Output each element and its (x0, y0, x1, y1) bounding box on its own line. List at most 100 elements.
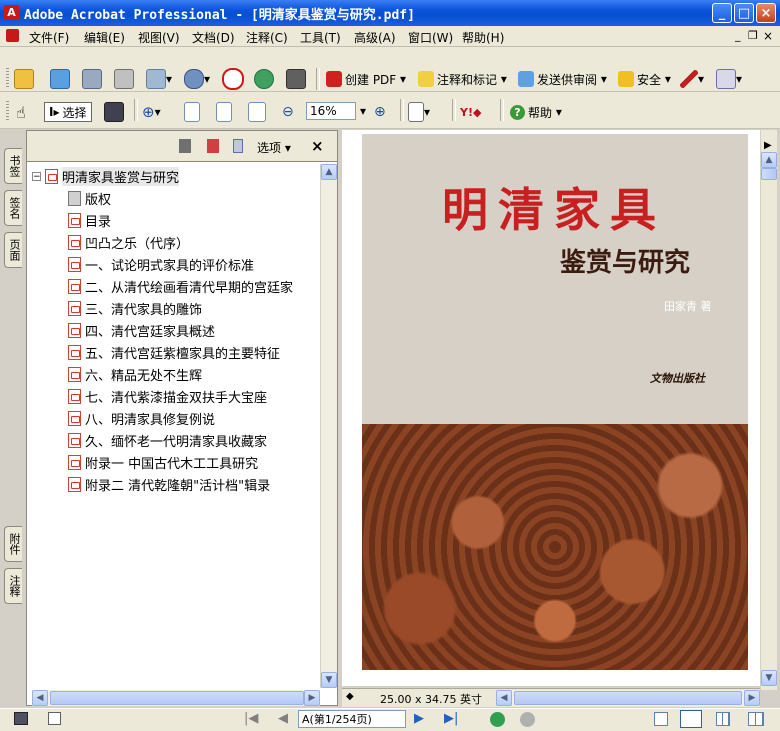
zoom-input[interactable]: 16% (306, 102, 356, 120)
forward-view-icon[interactable] (520, 712, 535, 727)
organizer-button[interactable] (50, 69, 70, 89)
zoom-dropdown[interactable]: ▾ (356, 102, 370, 120)
save-button[interactable] (82, 69, 102, 89)
new-bookmark-icon[interactable] (207, 139, 219, 153)
search-button[interactable] (286, 69, 306, 89)
next-page-button[interactable]: ▶ (414, 711, 424, 726)
menu-edit[interactable]: 编辑(E) (84, 29, 125, 46)
tab-attachments[interactable]: 附件 (4, 526, 22, 562)
bookmark-item[interactable]: 五、清代宫廷紫檀家具的主要特征 (68, 342, 280, 362)
doc-restore-button[interactable]: ❐ (748, 29, 758, 42)
security-button[interactable]: 安全 ▾ (618, 69, 671, 89)
scroll-down-button[interactable]: ▼ (321, 672, 337, 688)
bookmark-item[interactable]: 七、清代紫漆描金双扶手大宝座 (68, 386, 267, 406)
scroll-right-button[interactable]: ▶ (744, 690, 760, 706)
previous-page-button[interactable]: ◀ (278, 711, 288, 726)
document-vertical-scrollbar[interactable]: ▶ ▲ ▼ (760, 130, 777, 690)
collapse-icon[interactable]: − (32, 171, 41, 181)
expand-right-icon[interactable]: ▶ (764, 140, 772, 151)
scroll-thumb[interactable] (761, 168, 777, 180)
tab-bookmarks[interactable]: 书签 (4, 148, 22, 184)
document-horizontal-scrollbar[interactable]: ◀ ▶ (496, 690, 760, 706)
create-pdf-button[interactable]: 创建 PDF ▾ (326, 69, 406, 89)
scroll-thumb[interactable] (50, 691, 304, 705)
minimize-button[interactable]: _ (712, 3, 732, 23)
bookmark-root[interactable]: − 明清家具鉴赏与研究 (32, 166, 180, 186)
menu-window[interactable]: 窗口(W) (408, 29, 453, 46)
select-tool-button[interactable]: I▸ 选择 (44, 102, 92, 122)
bookmark-item[interactable]: 二、从清代绘画看清代早期的宫廷家 (68, 276, 320, 296)
bookmark-item[interactable]: 版权 (68, 188, 111, 208)
facing-pages-icon[interactable] (716, 712, 730, 726)
open-button[interactable] (14, 69, 34, 89)
page-layout-icon[interactable] (48, 712, 61, 725)
bookmark-item[interactable]: 一、试论明式家具的评价标准 (68, 254, 254, 274)
bookmark-item[interactable]: 四、清代宫廷家具概述 (68, 320, 215, 340)
panel-close-icon[interactable]: × (311, 137, 324, 155)
expand-bookmark-icon[interactable] (233, 139, 243, 153)
bookmark-item[interactable]: 附录一 中国古代木工工具研究 (68, 452, 258, 472)
bookmark-item[interactable]: 久、缅怀老一代明清家具收藏家 (68, 430, 267, 450)
maximize-button[interactable]: □ (734, 3, 754, 23)
doc-close-button[interactable]: × (763, 29, 773, 43)
zoom-out-button[interactable]: ⊖ (282, 102, 294, 122)
scroll-left-button[interactable]: ◀ (32, 690, 48, 706)
help-button[interactable]: ? 帮助 ▾ (510, 102, 562, 122)
tab-signatures[interactable]: 签名 (4, 190, 22, 226)
monitor-icon[interactable] (14, 712, 28, 725)
rotate-button[interactable]: ▾ (408, 102, 430, 122)
forms-button[interactable]: ▾ (716, 69, 742, 89)
scroll-right-button[interactable]: ▶ (304, 690, 320, 706)
scroll-left-button[interactable]: ◀ (496, 690, 512, 706)
back-view-icon[interactable] (490, 712, 505, 727)
bookmark-item[interactable]: 目录 (68, 210, 111, 230)
continuous-facing-icon[interactable] (748, 712, 764, 726)
scroll-down-button[interactable]: ▼ (761, 670, 777, 686)
zoom-in-tool-button[interactable]: ⊕ ▾ (142, 102, 161, 122)
bookmark-item[interactable]: 八、明清家具修复例说 (68, 408, 215, 428)
bookmark-item[interactable]: 六、精品无处不生辉 (68, 364, 202, 384)
email-button[interactable]: ▾ (146, 69, 172, 89)
zoom-in-button[interactable]: ⊕ (374, 102, 386, 122)
scroll-up-button[interactable]: ▲ (321, 164, 337, 180)
bookmarks-horizontal-scrollbar[interactable]: ◀ ▶ (32, 690, 320, 706)
options-menu[interactable]: 选项 ▾ (257, 139, 291, 156)
split-handle-icon[interactable]: ◆ (346, 691, 354, 702)
bookmark-item[interactable]: 附录二 清代乾隆朝"活计档"辑录 (68, 474, 270, 494)
menu-comments[interactable]: 注释(C) (246, 29, 288, 46)
bookmark-item[interactable]: 凹凸之乐（代序） (68, 232, 189, 252)
fit-width-button[interactable] (248, 102, 266, 122)
send-review-button[interactable]: 发送供审阅 ▾ (518, 69, 607, 89)
hand-tool-button[interactable]: ☝ (16, 102, 26, 122)
menu-advanced[interactable]: 高级(A) (354, 29, 396, 46)
yahoo-search-button[interactable]: Y!◆ (460, 102, 481, 122)
scroll-thumb[interactable] (514, 691, 742, 705)
menu-document[interactable]: 文档(D) (192, 29, 235, 46)
bookmarks-vertical-scrollbar[interactable]: ▲ ▼ (320, 164, 337, 688)
actual-size-button[interactable] (184, 102, 200, 122)
scroll-up-button[interactable]: ▲ (761, 152, 777, 168)
page-number-input[interactable]: A(第1/254页) (298, 710, 406, 728)
attach-button[interactable]: ▾ (184, 69, 210, 89)
comment-markup-button[interactable]: 注释和标记 ▾ (418, 69, 507, 89)
sign-button[interactable]: ▾ (680, 69, 704, 89)
delete-icon[interactable] (179, 139, 191, 153)
close-button[interactable]: × (756, 3, 776, 23)
doc-minimize-button[interactable]: _ (735, 29, 741, 42)
last-page-button[interactable]: ▶| (444, 711, 458, 726)
menu-file[interactable]: 文件(F) (29, 29, 69, 46)
continuous-page-icon[interactable] (680, 710, 702, 728)
stamp-button[interactable] (222, 68, 244, 90)
menu-tools[interactable]: 工具(T) (300, 29, 341, 46)
menu-view[interactable]: 视图(V) (138, 29, 180, 46)
fit-page-button[interactable] (216, 102, 232, 122)
web-button[interactable] (254, 69, 274, 89)
bookmark-item[interactable]: 三、清代家具的雕饰 (68, 298, 202, 318)
menu-help[interactable]: 帮助(H) (462, 29, 504, 46)
snapshot-button[interactable] (104, 102, 124, 122)
tab-comments[interactable]: 注释 (4, 568, 22, 604)
print-button[interactable] (114, 69, 134, 89)
tab-pages[interactable]: 页面 (4, 232, 22, 268)
first-page-button[interactable]: |◀ (244, 711, 258, 726)
single-page-icon[interactable] (654, 712, 668, 726)
